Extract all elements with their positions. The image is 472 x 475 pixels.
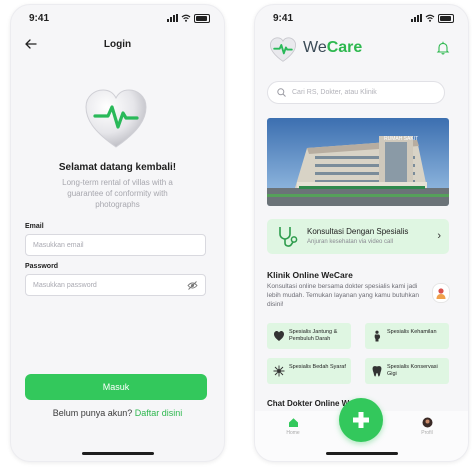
home-icon [288,418,298,427]
medical-cross-icon [353,412,369,428]
brand-we: We [303,39,327,56]
pregnancy-icon [374,330,381,342]
battery-icon [194,13,210,23]
welcome-heading: Selamat datang kembali! [58,162,177,173]
specialty-card-heart[interactable]: Spesialis Jantung & Pembuluh Darah [267,323,351,349]
specialty-label: Spesialis Jantung & Pembuluh Darah [289,329,338,342]
search-placeholder: Cari RS, Dokter, atau Klinik [292,89,377,96]
signal-icon [167,14,178,22]
login-screen: 9:41 Login Selamat datang kembali! Long-… [10,4,225,462]
register-link[interactable]: Daftar disini [135,408,183,418]
status-bar: 9:41 [29,11,210,25]
chat-doctor-title: Chat Dokter Online We [267,399,354,408]
nav-profile-label: Profil [421,430,433,436]
avatar-icon [422,417,432,428]
doctor-badge-icon [432,283,450,303]
consult-title: Konsultasi Dengan Spesialis [307,227,409,236]
hospital-sign-text: RUMAH SAKIT [384,136,418,142]
password-label: Password [25,263,59,270]
specialty-card-pregnancy[interactable]: Spesialis Kehamilan [365,323,449,349]
bell-icon[interactable] [436,41,450,60]
clinic-title: Klinik Online WeCare [267,270,353,280]
stethoscope-icon [279,227,298,247]
chevron-right-icon: › [437,230,441,242]
specialty-label: Spesialis Kehamilan [387,329,437,335]
clinic-description: Konsultasi online bersama dokter spesial… [267,283,420,308]
status-time: 9:41 [273,12,294,24]
nav-profile[interactable]: Profil [415,417,439,436]
email-field[interactable]: Masukkan email [25,234,206,256]
login-button[interactable]: Masuk [25,374,207,400]
brand-care: Care [326,39,363,56]
heart-icon [274,331,284,341]
specialty-label: Spesialis Bedah Syaraf [289,364,346,370]
search-input[interactable]: Cari RS, Dokter, atau Klinik [267,81,445,104]
eye-off-icon[interactable] [187,281,198,292]
status-icons [411,13,454,23]
brand-name: WeCare [303,39,362,57]
wecare-logo-icon [269,37,297,68]
register-prompt-text: Belum punya akun? [52,408,133,418]
specialty-card-nerve[interactable]: Spesialis Bedah Syaraf [267,358,351,384]
wifi-icon [425,14,435,22]
status-bar: 9:41 [273,11,454,25]
welcome-subtitle: Long-term rental of villas with a guaran… [62,178,173,209]
search-icon [277,88,286,97]
home-indicator [81,452,154,455]
specialty-card-tooth[interactable]: Spesialis Konservasi Gigi [365,358,449,384]
add-consultation-button[interactable] [339,398,383,442]
home-screen: 9:41 WeCare Cari RS, Dokter, atau Klinik [254,4,469,462]
email-placeholder: Masukkan email [33,241,84,249]
nav-home-label: Home [286,430,300,436]
hospital-banner-image[interactable]: RUMAH SAKIT [267,118,449,206]
register-prompt: Belum punya akun? Daftar disini [11,408,224,418]
specialty-label: Spesialis Konservasi Gigi [387,364,438,377]
home-indicator [325,452,398,455]
wifi-icon [181,14,191,22]
password-field[interactable]: Masukkan password [25,274,206,296]
nav-home[interactable]: Home [281,417,305,436]
consult-subtitle: Anjuran kesehatan via video call [307,239,394,245]
password-placeholder: Masukkan password [33,281,97,289]
status-icons [167,13,210,23]
page-title: Login [103,39,132,50]
status-time: 9:41 [29,12,50,24]
battery-icon [438,13,454,23]
signal-icon [411,14,422,22]
nerve-icon [273,365,285,377]
consult-specialist-card[interactable]: Konsultasi Dengan Spesialis Anjuran kese… [267,219,449,254]
tooth-icon [372,366,382,377]
heart-pulse-icon [83,87,149,158]
email-label: Email [25,223,44,230]
